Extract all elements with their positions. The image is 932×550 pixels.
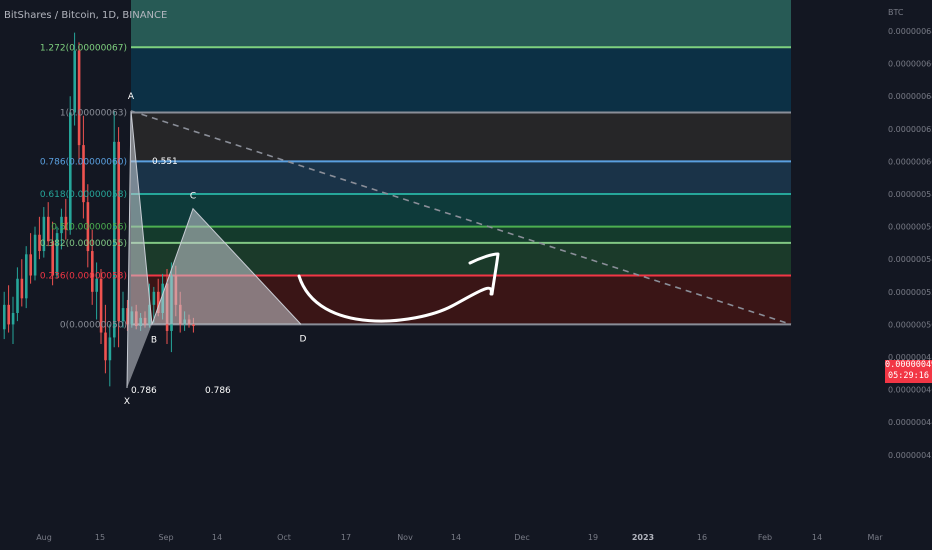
fib-level-label: 1(0.00000063) [60, 109, 127, 119]
fib-level-label: 0.236(0.00000053) [40, 272, 127, 282]
candle-body [69, 112, 72, 230]
time-tick-label: 16 [697, 533, 707, 542]
pattern-point-D: D [300, 334, 307, 344]
candle-body [152, 291, 156, 305]
candle-body [20, 278, 24, 299]
current-price-badge: 0.00000049 05:29:16 [885, 360, 932, 383]
time-tick-label: Aug [36, 533, 52, 542]
time-tick-label: 14 [812, 533, 822, 542]
price-tick-label: 0.00000064 [888, 92, 932, 101]
candle-body [29, 254, 32, 276]
time-tick-label: Dec [514, 533, 529, 542]
price-tick-label: 0.00000068 [888, 27, 932, 36]
candle-body [47, 216, 50, 242]
fib-zone [131, 226, 791, 243]
price-tick-label: 0.00000056 [888, 223, 932, 232]
time-tick-label: Feb [758, 533, 772, 542]
time-tick-label: 19 [588, 533, 598, 542]
fib-zone [131, 112, 791, 162]
time-axis[interactable]: Aug 15 Sep 14 Oct 17 Nov 14 Dec 19 2023 16 Feb 14 Mar [36, 533, 883, 542]
pattern-ratio-label: 0.786 [205, 386, 231, 396]
time-tick-label: 15 [95, 533, 105, 542]
current-price-value: 0.00000049 [885, 360, 932, 370]
candle-body [73, 50, 76, 113]
time-tick-label: Oct [277, 533, 291, 542]
price-axis-unit: BTC [888, 8, 904, 17]
fib-zone [131, 47, 791, 113]
candle-body [16, 278, 19, 313]
fib-level-label: 0.618(0.00000058) [40, 190, 127, 200]
time-tick-label: 2023 [632, 533, 654, 542]
price-tick-label: 0.00000050 [888, 320, 932, 329]
fib-level-label: 0.382(0.00000055) [40, 239, 127, 249]
pattern-ratio-label: 0.551 [152, 157, 178, 167]
candle-countdown: 05:29:16 [888, 371, 929, 381]
candle-body [25, 254, 28, 299]
pattern-point-C: C [190, 192, 196, 202]
fib-level-label: 1.272(0.00000067) [40, 43, 127, 53]
candle-body [104, 332, 107, 361]
candle-body [11, 312, 15, 325]
candle-body [77, 50, 81, 146]
fib-zone [131, 0, 791, 48]
price-tick-label: 0.00000052 [888, 288, 932, 297]
fib-level-label: 0.786(0.00000060) [40, 157, 127, 167]
pattern-point-A: A [128, 92, 135, 102]
price-tick-label: 0.00000062 [888, 125, 932, 134]
candle-body [7, 304, 10, 325]
candle-body [108, 337, 112, 361]
price-chart[interactable]: 1.272(0.00000067) 1(0.00000063) 0.786(0.00… [0, 0, 932, 550]
candle-body [192, 324, 195, 327]
fib-zone [131, 194, 791, 227]
time-tick-label: Nov [397, 533, 413, 542]
price-tick-label: 0.00000046 [888, 386, 932, 395]
fib-level-label: 0.5(0.00000056) [51, 223, 127, 233]
time-tick-label: 14 [451, 533, 461, 542]
price-tick-label: 0.00000066 [888, 60, 932, 69]
price-axis[interactable]: BTC 0.00000068 0.00000066 0.00000064 0.00000… [888, 8, 932, 460]
price-tick-label: 0.00000044 [888, 418, 932, 427]
pattern-point-X: X [124, 397, 130, 407]
price-tick-label: 0.00000060 [888, 157, 932, 166]
candle-body [121, 308, 125, 322]
chart-title: BitShares / Bitcoin, 1D, BINANCE [4, 10, 168, 21]
candle-body [3, 304, 6, 330]
time-tick-label: 14 [212, 533, 222, 542]
time-tick-label: 17 [341, 533, 351, 542]
pattern-ratio-label: 0.786 [131, 386, 157, 396]
price-tick-label: 0.00000042 [888, 451, 932, 460]
candle-body [33, 234, 37, 276]
fib-zone [131, 161, 791, 194]
price-tick-label: 0.00000054 [888, 255, 932, 264]
fib-level-label: 0(0.00000050) [60, 320, 127, 330]
pattern-point-B: B [151, 335, 157, 345]
price-tick-label: 0.00000058 [888, 190, 932, 199]
time-tick-label: Mar [867, 533, 883, 542]
time-tick-label: Sep [158, 533, 173, 542]
